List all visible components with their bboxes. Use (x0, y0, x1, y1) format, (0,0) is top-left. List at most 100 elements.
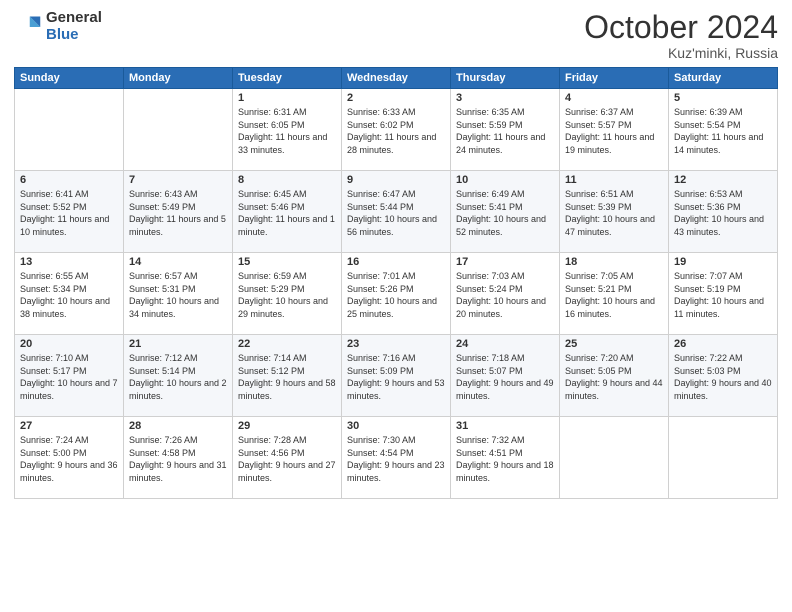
day-info: Sunrise: 6:57 AMSunset: 5:31 PMDaylight:… (129, 270, 227, 320)
table-row: 31Sunrise: 7:32 AMSunset: 4:51 PMDayligh… (451, 417, 560, 499)
daylight-text: Daylight: 10 hours and 34 minutes. (129, 295, 227, 320)
day-number: 20 (20, 338, 118, 350)
day-info: Sunrise: 7:05 AMSunset: 5:21 PMDaylight:… (565, 270, 663, 320)
table-row: 10Sunrise: 6:49 AMSunset: 5:41 PMDayligh… (451, 171, 560, 253)
sunset-text: Sunset: 5:49 PM (129, 201, 227, 214)
day-info: Sunrise: 7:26 AMSunset: 4:58 PMDaylight:… (129, 434, 227, 484)
daylight-text: Daylight: 10 hours and 38 minutes. (20, 295, 118, 320)
header-thursday: Thursday (451, 68, 560, 89)
day-number: 7 (129, 174, 227, 186)
daylight-text: Daylight: 9 hours and 40 minutes. (674, 377, 772, 402)
day-info: Sunrise: 7:03 AMSunset: 5:24 PMDaylight:… (456, 270, 554, 320)
header-saturday: Saturday (669, 68, 778, 89)
table-row: 27Sunrise: 7:24 AMSunset: 5:00 PMDayligh… (15, 417, 124, 499)
day-number: 19 (674, 256, 772, 268)
day-info: Sunrise: 6:43 AMSunset: 5:49 PMDaylight:… (129, 188, 227, 238)
sunrise-text: Sunrise: 6:57 AM (129, 270, 227, 283)
sunset-text: Sunset: 6:02 PM (347, 119, 445, 132)
logo-blue: Blue (46, 27, 102, 44)
sunset-text: Sunset: 5:31 PM (129, 283, 227, 296)
calendar-body: 1Sunrise: 6:31 AMSunset: 6:05 PMDaylight… (15, 89, 778, 499)
day-number: 21 (129, 338, 227, 350)
sunset-text: Sunset: 5:19 PM (674, 283, 772, 296)
table-row: 11Sunrise: 6:51 AMSunset: 5:39 PMDayligh… (560, 171, 669, 253)
daylight-text: Daylight: 9 hours and 53 minutes. (347, 377, 445, 402)
sunset-text: Sunset: 4:51 PM (456, 447, 554, 460)
sunset-text: Sunset: 5:41 PM (456, 201, 554, 214)
logo-icon (14, 13, 42, 41)
day-number: 11 (565, 174, 663, 186)
daylight-text: Daylight: 10 hours and 43 minutes. (674, 213, 772, 238)
logo: General Blue (14, 10, 102, 43)
day-info: Sunrise: 6:35 AMSunset: 5:59 PMDaylight:… (456, 106, 554, 156)
day-info: Sunrise: 7:32 AMSunset: 4:51 PMDaylight:… (456, 434, 554, 484)
day-number: 25 (565, 338, 663, 350)
table-row: 2Sunrise: 6:33 AMSunset: 6:02 PMDaylight… (342, 89, 451, 171)
day-info: Sunrise: 6:37 AMSunset: 5:57 PMDaylight:… (565, 106, 663, 156)
header-monday: Monday (124, 68, 233, 89)
sunrise-text: Sunrise: 7:32 AM (456, 434, 554, 447)
sunrise-text: Sunrise: 6:39 AM (674, 106, 772, 119)
daylight-text: Daylight: 10 hours and 56 minutes. (347, 213, 445, 238)
table-row: 20Sunrise: 7:10 AMSunset: 5:17 PMDayligh… (15, 335, 124, 417)
day-number: 22 (238, 338, 336, 350)
header-tuesday: Tuesday (233, 68, 342, 89)
sunset-text: Sunset: 5:34 PM (20, 283, 118, 296)
header-sunday: Sunday (15, 68, 124, 89)
day-number: 15 (238, 256, 336, 268)
sunset-text: Sunset: 5:09 PM (347, 365, 445, 378)
sunset-text: Sunset: 5:29 PM (238, 283, 336, 296)
day-number: 6 (20, 174, 118, 186)
day-info: Sunrise: 7:01 AMSunset: 5:26 PMDaylight:… (347, 270, 445, 320)
table-row: 3Sunrise: 6:35 AMSunset: 5:59 PMDaylight… (451, 89, 560, 171)
table-row: 16Sunrise: 7:01 AMSunset: 5:26 PMDayligh… (342, 253, 451, 335)
table-row: 13Sunrise: 6:55 AMSunset: 5:34 PMDayligh… (15, 253, 124, 335)
table-row: 5Sunrise: 6:39 AMSunset: 5:54 PMDaylight… (669, 89, 778, 171)
day-info: Sunrise: 6:49 AMSunset: 5:41 PMDaylight:… (456, 188, 554, 238)
day-number: 9 (347, 174, 445, 186)
sunset-text: Sunset: 5:05 PM (565, 365, 663, 378)
daylight-text: Daylight: 11 hours and 19 minutes. (565, 131, 663, 156)
sunrise-text: Sunrise: 7:24 AM (20, 434, 118, 447)
sunset-text: Sunset: 5:39 PM (565, 201, 663, 214)
sunrise-text: Sunrise: 7:22 AM (674, 352, 772, 365)
daylight-text: Daylight: 9 hours and 18 minutes. (456, 459, 554, 484)
day-number: 8 (238, 174, 336, 186)
sunrise-text: Sunrise: 7:10 AM (20, 352, 118, 365)
sunrise-text: Sunrise: 7:16 AM (347, 352, 445, 365)
day-info: Sunrise: 7:22 AMSunset: 5:03 PMDaylight:… (674, 352, 772, 402)
sunset-text: Sunset: 4:58 PM (129, 447, 227, 460)
sunset-text: Sunset: 4:56 PM (238, 447, 336, 460)
day-number: 4 (565, 92, 663, 104)
daylight-text: Daylight: 10 hours and 29 minutes. (238, 295, 336, 320)
sunrise-text: Sunrise: 7:01 AM (347, 270, 445, 283)
daylight-text: Daylight: 11 hours and 5 minutes. (129, 213, 227, 238)
daylight-text: Daylight: 9 hours and 31 minutes. (129, 459, 227, 484)
day-info: Sunrise: 7:30 AMSunset: 4:54 PMDaylight:… (347, 434, 445, 484)
sunset-text: Sunset: 5:03 PM (674, 365, 772, 378)
sunrise-text: Sunrise: 7:26 AM (129, 434, 227, 447)
day-info: Sunrise: 6:59 AMSunset: 5:29 PMDaylight:… (238, 270, 336, 320)
day-number: 5 (674, 92, 772, 104)
sunset-text: Sunset: 5:44 PM (347, 201, 445, 214)
daylight-text: Daylight: 9 hours and 58 minutes. (238, 377, 336, 402)
day-info: Sunrise: 7:14 AMSunset: 5:12 PMDaylight:… (238, 352, 336, 402)
day-number: 24 (456, 338, 554, 350)
table-row (669, 417, 778, 499)
daylight-text: Daylight: 9 hours and 23 minutes. (347, 459, 445, 484)
day-number: 26 (674, 338, 772, 350)
table-row: 4 Sunrise: 6:37 AMSunset: 5:57 PMDaylight… (560, 89, 669, 171)
day-number: 18 (565, 256, 663, 268)
sunrise-text: Sunrise: 6:59 AM (238, 270, 336, 283)
sunrise-text: Sunrise: 7:18 AM (456, 352, 554, 365)
daylight-text: Daylight: 11 hours and 14 minutes. (674, 131, 772, 156)
sunset-text: Sunset: 4:54 PM (347, 447, 445, 460)
sunrise-text: Sunrise: 6:45 AM (238, 188, 336, 201)
daylight-text: Daylight: 10 hours and 52 minutes. (456, 213, 554, 238)
sunrise-text: Sunrise: 6:51 AM (565, 188, 663, 201)
day-number: 13 (20, 256, 118, 268)
sunrise-text: Sunrise: 7:03 AM (456, 270, 554, 283)
table-row: 19Sunrise: 7:07 AMSunset: 5:19 PMDayligh… (669, 253, 778, 335)
table-row: 17Sunrise: 7:03 AMSunset: 5:24 PMDayligh… (451, 253, 560, 335)
table-row (15, 89, 124, 171)
